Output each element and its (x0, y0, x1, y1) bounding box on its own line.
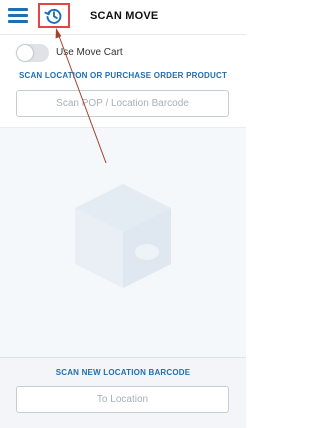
scan-product-input[interactable] (16, 90, 229, 117)
move-cart-label: Use Move Cart (56, 47, 123, 58)
history-icon (44, 8, 62, 24)
scan-product-label: SCAN LOCATION OR PURCHASE ORDER PRODUCT (18, 71, 228, 80)
scan-results-area (0, 127, 246, 358)
move-cart-toggle[interactable] (16, 44, 49, 62)
page-title: SCAN MOVE (90, 10, 159, 22)
menu-icon[interactable] (8, 8, 28, 24)
to-location-input[interactable] (16, 386, 229, 413)
top-bar: SCAN MOVE (0, 0, 246, 35)
toggle-knob (17, 45, 33, 61)
history-button[interactable] (38, 3, 70, 28)
bottom-panel: SCAN NEW LOCATION BARCODE (0, 357, 246, 428)
box-icon (75, 184, 171, 288)
scan-location-label: SCAN NEW LOCATION BARCODE (55, 368, 191, 377)
